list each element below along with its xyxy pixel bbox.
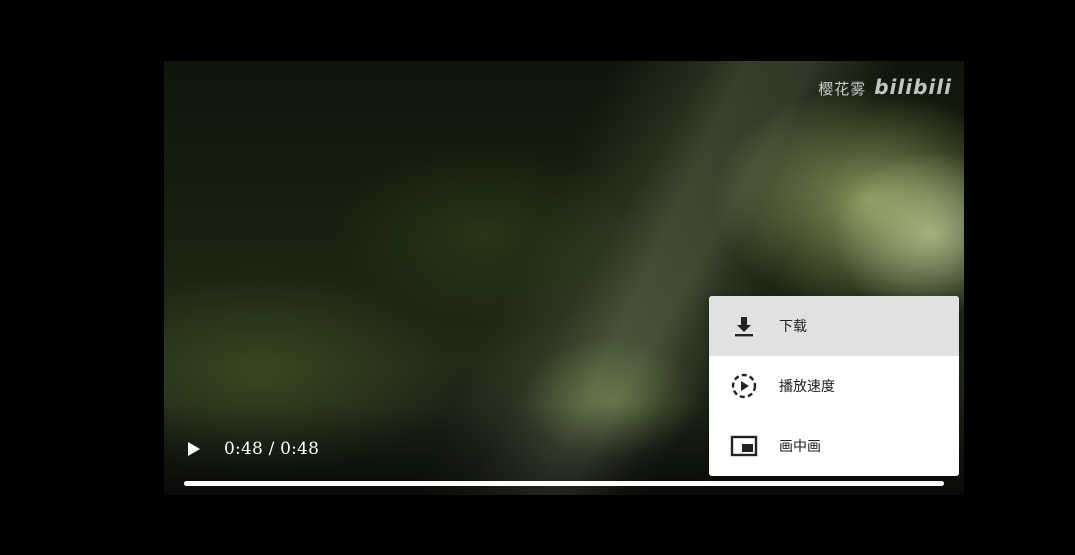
progress-bar[interactable] [184,481,944,486]
play-icon [188,442,200,456]
download-icon [709,314,779,338]
picture-in-picture-icon [709,435,779,457]
progress-fill [184,481,944,486]
watermark-text: 樱花雾 [818,80,867,98]
play-button[interactable] [186,440,206,462]
menu-item-download-label: 下载 [779,319,807,335]
menu-item-picture-in-picture-label: 画中画 [779,439,821,455]
menu-item-picture-in-picture[interactable]: 画中画 [709,416,959,476]
playback-speed-icon [709,372,779,400]
video-watermark: 樱花雾 bilibili [818,75,952,99]
menu-item-playback-speed-label: 播放速度 [779,379,835,395]
overflow-menu: 下载 播放速度 画中画 [709,296,959,476]
time-display: 0:48 / 0:48 [224,439,320,459]
menu-item-download[interactable]: 下载 [709,296,959,356]
watermark-brand: bilibili [874,75,952,99]
menu-item-playback-speed[interactable]: 播放速度 [709,356,959,416]
